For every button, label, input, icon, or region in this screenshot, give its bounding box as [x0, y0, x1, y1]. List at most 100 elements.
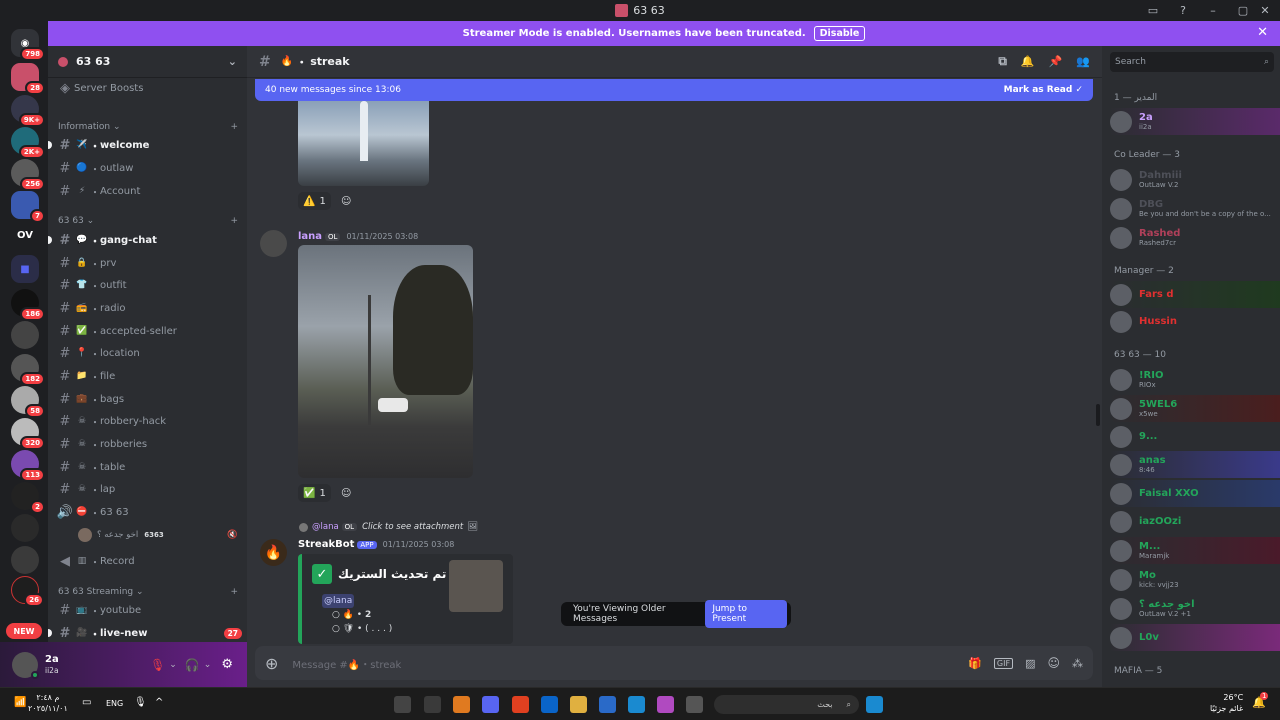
- member-item[interactable]: Mo kick: vvjj23: [1110, 566, 1280, 593]
- member-item[interactable]: !RIO RIOx: [1110, 366, 1280, 393]
- network-icon[interactable]: 📶: [14, 697, 26, 708]
- settings-gear-icon[interactable]: ⚙: [221, 657, 233, 672]
- add-channel-icon[interactable]: +: [230, 587, 238, 597]
- channel-table[interactable]: # ☠ ・ table: [56, 457, 242, 477]
- channel-accepted-seller[interactable]: # ✅ ・ accepted-seller: [56, 321, 242, 341]
- category-streaming[interactable]: 63 63 Streaming ⌄ +: [58, 587, 238, 597]
- member-item[interactable]: L0v: [1110, 624, 1280, 651]
- channel-youtube[interactable]: # 📺 ・ youtube: [56, 600, 242, 620]
- mute-mic-icon[interactable]: 🎙: [150, 658, 165, 672]
- member-item[interactable]: Dahmiii OutLaw V.2: [1110, 166, 1280, 193]
- channel-outfit[interactable]: # 👕 ・ outfit: [56, 275, 242, 295]
- bell-icon[interactable]: 🔔: [1021, 55, 1035, 68]
- sticker-icon[interactable]: ▨: [1025, 657, 1035, 670]
- reaction-check[interactable]: ✅ 1: [298, 484, 331, 502]
- channel-lap[interactable]: # ☠ ・ lap: [56, 479, 242, 499]
- channel-prv[interactable]: # 🔒 ・ prv: [56, 253, 242, 273]
- member-item[interactable]: anas 8:46: [1110, 451, 1280, 478]
- server-icon[interactable]: 320: [11, 418, 45, 450]
- emoji-icon[interactable]: ☺: [1047, 656, 1060, 670]
- threads-icon[interactable]: ⧉: [998, 54, 1007, 69]
- member-item[interactable]: Hussin: [1110, 308, 1280, 335]
- add-attachment-icon[interactable]: ⊕: [265, 654, 278, 673]
- pin-icon[interactable]: 📌: [1049, 55, 1063, 68]
- jump-to-present-button[interactable]: Jump to Present: [705, 600, 787, 628]
- server-icon[interactable]: 58: [11, 386, 45, 418]
- home-button[interactable]: ◉ 798: [11, 29, 45, 61]
- server-boosts[interactable]: ◈ Server Boosts: [56, 78, 242, 98]
- mark-as-read-button[interactable]: Mark as Read ✓: [1004, 85, 1083, 95]
- member-item[interactable]: Rashed Rashed7cr: [1110, 224, 1280, 251]
- channel-location[interactable]: # 📍 ・ location: [56, 343, 242, 363]
- clock-left[interactable]: م ٢:٤٨ ٢٠٢٥/١١/٠١: [28, 692, 68, 714]
- server-icon[interactable]: 2: [11, 482, 45, 514]
- add-reaction-icon[interactable]: ☺: [336, 192, 356, 210]
- chevron-down-icon[interactable]: ⌄: [204, 660, 212, 670]
- start-button[interactable]: [866, 696, 883, 713]
- close-banner-icon[interactable]: ✕: [1257, 25, 1268, 40]
- voice-user[interactable]: اخو جدعه ؟ 6363 🔇: [78, 525, 238, 545]
- weather-widget[interactable]: 26°C غائم جزئيًا: [1210, 692, 1243, 714]
- server-icon[interactable]: 26: [11, 576, 44, 607]
- image-attachment[interactable]: [298, 245, 473, 478]
- member-item[interactable]: Fars d: [1110, 281, 1280, 308]
- edge-icon[interactable]: [628, 696, 645, 713]
- taskbar-app-icon[interactable]: [599, 696, 616, 713]
- chevron-down-icon[interactable]: ⌄: [169, 660, 177, 670]
- avatar[interactable]: [260, 230, 287, 257]
- gift-icon[interactable]: 🎁: [968, 657, 982, 670]
- server-icon[interactable]: [11, 546, 39, 574]
- channel-radio[interactable]: # 📻 ・ radio: [56, 298, 242, 318]
- add-channel-icon[interactable]: +: [230, 216, 238, 226]
- taskbar-app-icon[interactable]: [424, 696, 441, 713]
- disable-streamer-button[interactable]: Disable: [813, 26, 866, 41]
- message-composer[interactable]: ⊕ Message #🔥・streak 🎁 GIF ▨ ☺ ⁂: [255, 646, 1093, 680]
- server-icon[interactable]: 7: [11, 191, 45, 223]
- member-item[interactable]: 5WEL6 x5we: [1110, 395, 1280, 422]
- member-item[interactable]: 9...: [1110, 423, 1280, 450]
- display-icon[interactable]: ▭: [82, 697, 91, 708]
- channel-gang-chat[interactable]: # 💬 ・ gang-chat: [48, 230, 242, 250]
- reaction-warning[interactable]: ⚠️ 1: [298, 192, 331, 210]
- member-item[interactable]: DBG Be you and don't be a copy of the o..…: [1110, 195, 1280, 222]
- server-icon[interactable]: [11, 321, 39, 349]
- add-channel-icon[interactable]: +: [230, 122, 238, 132]
- member-item[interactable]: M... Maramjk: [1110, 537, 1280, 564]
- channel-live-new[interactable]: # 🎥 ・ live-new 27: [48, 623, 242, 642]
- server-header[interactable]: 63 63 ⌄: [48, 46, 247, 78]
- channel-bags[interactable]: # 💼 ・ bags: [56, 389, 242, 409]
- taskbar-search[interactable]: بحث ⌕: [714, 695, 859, 714]
- message-input[interactable]: Message #🔥・streak: [292, 656, 401, 671]
- channel-welcome[interactable]: # ✈️ ・ welcome: [48, 135, 242, 155]
- folder-icon[interactable]: ■: [11, 255, 39, 283]
- member-item[interactable]: اخو جدعه ؟ OutLaw V.2 +1: [1110, 595, 1280, 622]
- copilot-icon[interactable]: [657, 696, 674, 713]
- members-icon[interactable]: 👥: [1076, 55, 1090, 68]
- channel-robbery-hack[interactable]: # ☠ ・ robbery-hack: [56, 411, 242, 431]
- server-icon[interactable]: 28: [11, 63, 45, 95]
- server-icon[interactable]: [11, 514, 39, 542]
- taskbar-app-icon[interactable]: [394, 696, 411, 713]
- discord-taskbar-icon[interactable]: [482, 696, 499, 713]
- add-reaction-icon[interactable]: ☺: [336, 484, 356, 502]
- close-window-button[interactable]: ✕: [1250, 0, 1280, 21]
- server-icon[interactable]: 9K+: [11, 95, 45, 127]
- notification-icon[interactable]: 🔔 1: [1252, 692, 1269, 709]
- author-name[interactable]: StreakBot: [298, 539, 354, 550]
- member-item[interactable]: Faisal XXO: [1110, 480, 1280, 507]
- help-icon[interactable]: ?: [1168, 0, 1198, 21]
- gif-icon[interactable]: GIF: [993, 657, 1014, 669]
- reply-preview[interactable]: @lana OL Click to see attachment 🖼: [299, 522, 478, 532]
- image-attachment[interactable]: [298, 101, 429, 186]
- category-information[interactable]: Information ⌄ +: [58, 122, 238, 132]
- server-icon[interactable]: 182: [11, 354, 45, 386]
- channel-robberies[interactable]: # ☠ ・ robberies: [56, 434, 242, 454]
- voice-channel-6363[interactable]: 🔊 ⛔ ・ 63 63: [56, 502, 242, 522]
- new-messages-bar[interactable]: 40 new messages since 13:06 Mark as Read…: [255, 79, 1093, 101]
- taskbar-app-icon[interactable]: [686, 696, 703, 713]
- microphone-icon[interactable]: 🎙: [134, 697, 147, 708]
- server-icon[interactable]: 186: [11, 289, 45, 321]
- category-6363[interactable]: 63 63 ⌄ +: [58, 216, 238, 226]
- member-item[interactable]: iazOOzi: [1110, 508, 1280, 535]
- record-channel[interactable]: ◀ ▥ ・ Record: [56, 551, 242, 571]
